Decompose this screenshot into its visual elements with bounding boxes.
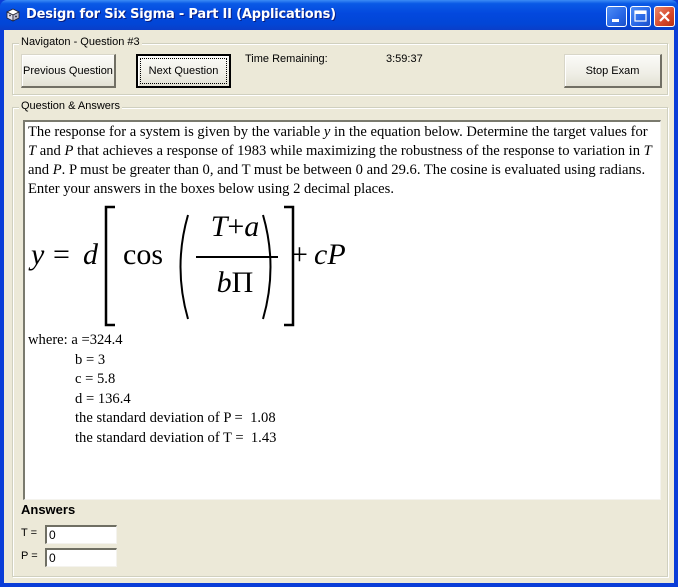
maximize-icon bbox=[634, 10, 647, 22]
t-answer-label: T = bbox=[21, 527, 38, 539]
equation-plus: + bbox=[291, 238, 308, 271]
stop-exam-button[interactable]: Stop Exam bbox=[564, 54, 662, 88]
equation-lhs: y bbox=[31, 238, 45, 271]
equation-func: cos bbox=[123, 238, 163, 271]
p-answer-input[interactable] bbox=[45, 548, 117, 567]
question-answers-group: Question & Answers The response for a sy… bbox=[12, 100, 668, 577]
close-button[interactable] bbox=[654, 6, 675, 27]
where-line: where: a =324.4 bbox=[28, 332, 123, 348]
previous-question-button[interactable]: Previous Question bbox=[21, 54, 116, 88]
minimize-icon bbox=[612, 19, 619, 22]
client-area: Navigaton - Question #3 Previous Questio… bbox=[4, 30, 674, 583]
navigation-group: Navigaton - Question #3 Previous Questio… bbox=[12, 36, 668, 95]
time-remaining-value: 3:59:37 bbox=[386, 53, 423, 65]
equation-coef: d bbox=[83, 238, 98, 271]
p-answer-label: P = bbox=[21, 550, 38, 562]
equation-tail: cP bbox=[314, 238, 346, 271]
question-text-box[interactable]: The response for a system is given by th… bbox=[23, 120, 661, 500]
t-answer-input[interactable] bbox=[45, 525, 117, 544]
focus-ring bbox=[140, 58, 227, 84]
where-line: the standard deviation of P = 1.08 bbox=[75, 410, 276, 427]
where-line: d = 136.4 bbox=[75, 390, 131, 407]
where-list: where: a =324.4 b = 3 c = 5.8 d = 136.4 … bbox=[28, 331, 657, 449]
answers-title: Answers bbox=[21, 502, 76, 517]
question-answers-group-label: Question & Answers bbox=[19, 100, 123, 112]
where-line: c = 5.8 bbox=[75, 371, 116, 388]
maximize-button[interactable] bbox=[630, 6, 651, 27]
where-line: b = 3 bbox=[75, 351, 106, 368]
app-window: Design for Six Sigma - Part II (Applicat… bbox=[0, 0, 678, 587]
minimize-button[interactable] bbox=[606, 6, 627, 27]
equation-equals: = bbox=[53, 238, 70, 271]
where-line: the standard deviation of T = 1.43 bbox=[75, 429, 277, 446]
title-bar[interactable]: Design for Six Sigma - Part II (Applicat… bbox=[0, 0, 678, 30]
close-icon bbox=[659, 11, 670, 22]
window-title: Design for Six Sigma - Part II (Applicat… bbox=[26, 7, 336, 22]
left-paren bbox=[179, 214, 189, 320]
left-bracket bbox=[104, 205, 115, 327]
navigation-group-label: Navigaton - Question #3 bbox=[19, 36, 142, 48]
right-paren bbox=[262, 214, 272, 320]
time-remaining-label: Time Remaining: bbox=[245, 53, 328, 65]
dice-icon bbox=[6, 8, 22, 22]
next-question-button[interactable]: Next Question bbox=[136, 54, 231, 88]
question-text: The response for a system is given by th… bbox=[28, 124, 652, 197]
equation: y = d cos T+a bΠ + cP bbox=[28, 201, 657, 331]
